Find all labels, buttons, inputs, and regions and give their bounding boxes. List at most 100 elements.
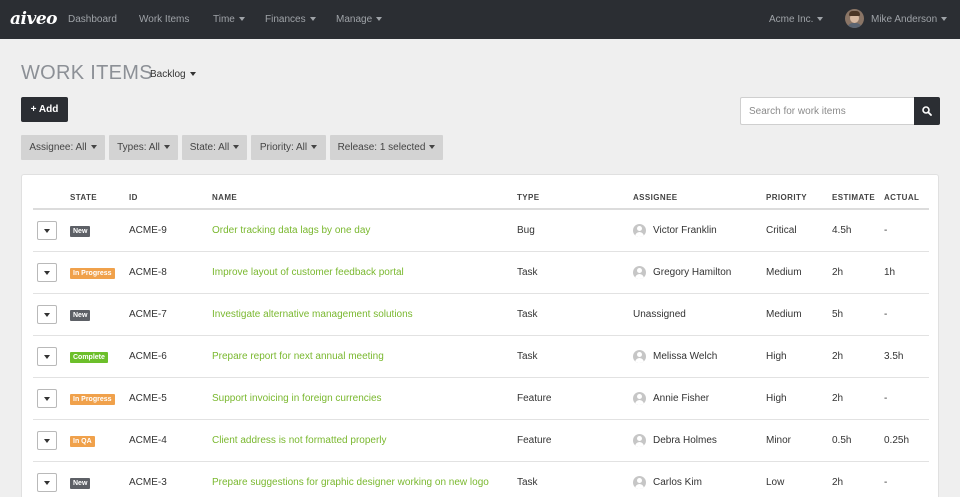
filter-release-label: Release: 1 selected xyxy=(337,142,426,153)
item-estimate: 4.5h xyxy=(832,225,852,236)
chevron-down-icon xyxy=(44,439,50,443)
chevron-down-icon xyxy=(44,355,50,359)
nav-finances[interactable]: Finances xyxy=(265,0,316,39)
nav-manage-label: Manage xyxy=(336,14,373,25)
assignee-name: Annie Fisher xyxy=(653,393,710,404)
item-name-link[interactable]: Order tracking data lags by one day xyxy=(212,225,370,236)
assignee-name: Victor Franklin xyxy=(653,225,717,236)
view-selector[interactable]: Backlog xyxy=(150,69,196,80)
filter-release[interactable]: Release: 1 selected xyxy=(330,135,443,160)
item-id: ACME-5 xyxy=(129,393,167,404)
state-badge: New xyxy=(70,478,91,489)
row-actions-button[interactable] xyxy=(37,305,57,324)
state-badge: New xyxy=(70,310,91,321)
add-button[interactable]: + Add xyxy=(21,97,68,122)
search-button[interactable] xyxy=(914,97,940,125)
nav-work-items-label: Work Items xyxy=(139,14,190,25)
chevron-down-icon xyxy=(44,313,50,317)
chevron-down-icon xyxy=(44,481,50,485)
header-divider xyxy=(33,208,929,210)
org-label: Acme Inc. xyxy=(769,14,814,25)
column-header-estimate[interactable]: ESTIMATE xyxy=(832,193,875,202)
item-priority: Critical xyxy=(766,225,797,236)
item-id: ACME-6 xyxy=(129,351,167,362)
filter-priority-label: Priority: All xyxy=(259,142,308,153)
chevron-down-icon xyxy=(44,397,50,401)
row-actions-button[interactable] xyxy=(37,431,57,450)
chevron-down-icon xyxy=(817,17,824,22)
item-name-link[interactable]: Prepare suggestions for graphic designer… xyxy=(212,477,489,488)
search-icon xyxy=(922,106,932,116)
row-actions-button[interactable] xyxy=(37,347,57,366)
item-id: ACME-3 xyxy=(129,477,167,488)
assignee-avatar-icon xyxy=(633,350,646,363)
user-menu[interactable]: Mike Anderson xyxy=(871,0,948,39)
state-badge: In Progress xyxy=(70,268,115,279)
nav-time[interactable]: Time xyxy=(213,0,245,39)
assignee-name: Melissa Welch xyxy=(653,351,718,362)
item-id: ACME-8 xyxy=(129,267,167,278)
column-header-assignee[interactable]: ASSIGNEE xyxy=(633,193,678,202)
nav-work-items[interactable]: Work Items xyxy=(139,0,189,39)
column-header-name[interactable]: NAME xyxy=(212,193,237,202)
column-header-priority[interactable]: PRIORITY xyxy=(766,193,807,202)
brand-logo[interactable]: aiveo xyxy=(10,9,58,29)
chevron-down-icon xyxy=(90,145,97,150)
chevron-down-icon xyxy=(44,271,50,275)
item-actual: - xyxy=(884,225,888,236)
item-estimate: 2h xyxy=(832,393,844,404)
item-estimate: 2h xyxy=(832,267,844,278)
chevron-down-icon xyxy=(941,17,948,22)
row-actions-button[interactable] xyxy=(37,263,57,282)
state-badge: In Progress xyxy=(70,394,115,405)
org-switcher[interactable]: Acme Inc. xyxy=(769,0,824,39)
row-actions-button[interactable] xyxy=(37,221,57,240)
assignee-avatar-icon xyxy=(633,476,646,489)
assignee-avatar-icon xyxy=(633,392,646,405)
search-input[interactable] xyxy=(740,97,914,125)
row-divider xyxy=(33,251,929,252)
nav-time-label: Time xyxy=(213,14,235,25)
filter-state[interactable]: State: All xyxy=(182,135,247,160)
chevron-down-icon xyxy=(233,145,240,150)
item-id: ACME-7 xyxy=(129,309,167,320)
item-name-link[interactable]: Support invoicing in foreign currencies xyxy=(212,393,382,404)
row-divider xyxy=(33,461,929,462)
nav-dashboard-label: Dashboard xyxy=(68,14,117,25)
user-avatar[interactable] xyxy=(845,9,864,28)
item-priority: Medium xyxy=(766,309,802,320)
row-divider xyxy=(33,419,929,420)
filter-priority[interactable]: Priority: All xyxy=(251,135,326,160)
item-estimate: 2h xyxy=(832,477,844,488)
filter-types-label: Types: All xyxy=(117,142,160,153)
item-name-link[interactable]: Improve layout of customer feedback port… xyxy=(212,267,404,278)
nav-dashboard[interactable]: Dashboard xyxy=(68,0,117,39)
state-badge: New xyxy=(70,226,91,237)
chevron-down-icon xyxy=(376,17,383,22)
item-type: Bug xyxy=(517,225,535,236)
row-actions-button[interactable] xyxy=(37,389,57,408)
item-name-link[interactable]: Prepare report for next annual meeting xyxy=(212,351,384,362)
item-priority: Minor xyxy=(766,435,792,446)
item-estimate: 0.5h xyxy=(832,435,852,446)
item-type: Task xyxy=(517,351,538,362)
row-divider xyxy=(33,377,929,378)
column-header-type[interactable]: TYPE xyxy=(517,193,540,202)
chevron-down-icon xyxy=(189,72,196,77)
column-header-state[interactable]: STATE xyxy=(70,193,97,202)
chevron-down-icon xyxy=(238,17,245,22)
column-header-actual[interactable]: ACTUAL xyxy=(884,193,919,202)
item-name-link[interactable]: Investigate alternative management solut… xyxy=(212,309,413,320)
chevron-down-icon xyxy=(44,229,50,233)
user-name: Mike Anderson xyxy=(871,14,938,25)
row-actions-button[interactable] xyxy=(37,473,57,492)
filter-assignee-label: Assignee: All xyxy=(29,142,87,153)
item-type: Feature xyxy=(517,435,552,446)
item-name-link[interactable]: Client address is not formatted properly xyxy=(212,435,387,446)
item-type: Task xyxy=(517,309,538,320)
column-header-id[interactable]: ID xyxy=(129,193,138,202)
filter-assignee[interactable]: Assignee: All xyxy=(21,135,105,160)
assignee-name: Carlos Kim xyxy=(653,477,702,488)
nav-manage[interactable]: Manage xyxy=(336,0,383,39)
filter-types[interactable]: Types: All xyxy=(109,135,178,160)
